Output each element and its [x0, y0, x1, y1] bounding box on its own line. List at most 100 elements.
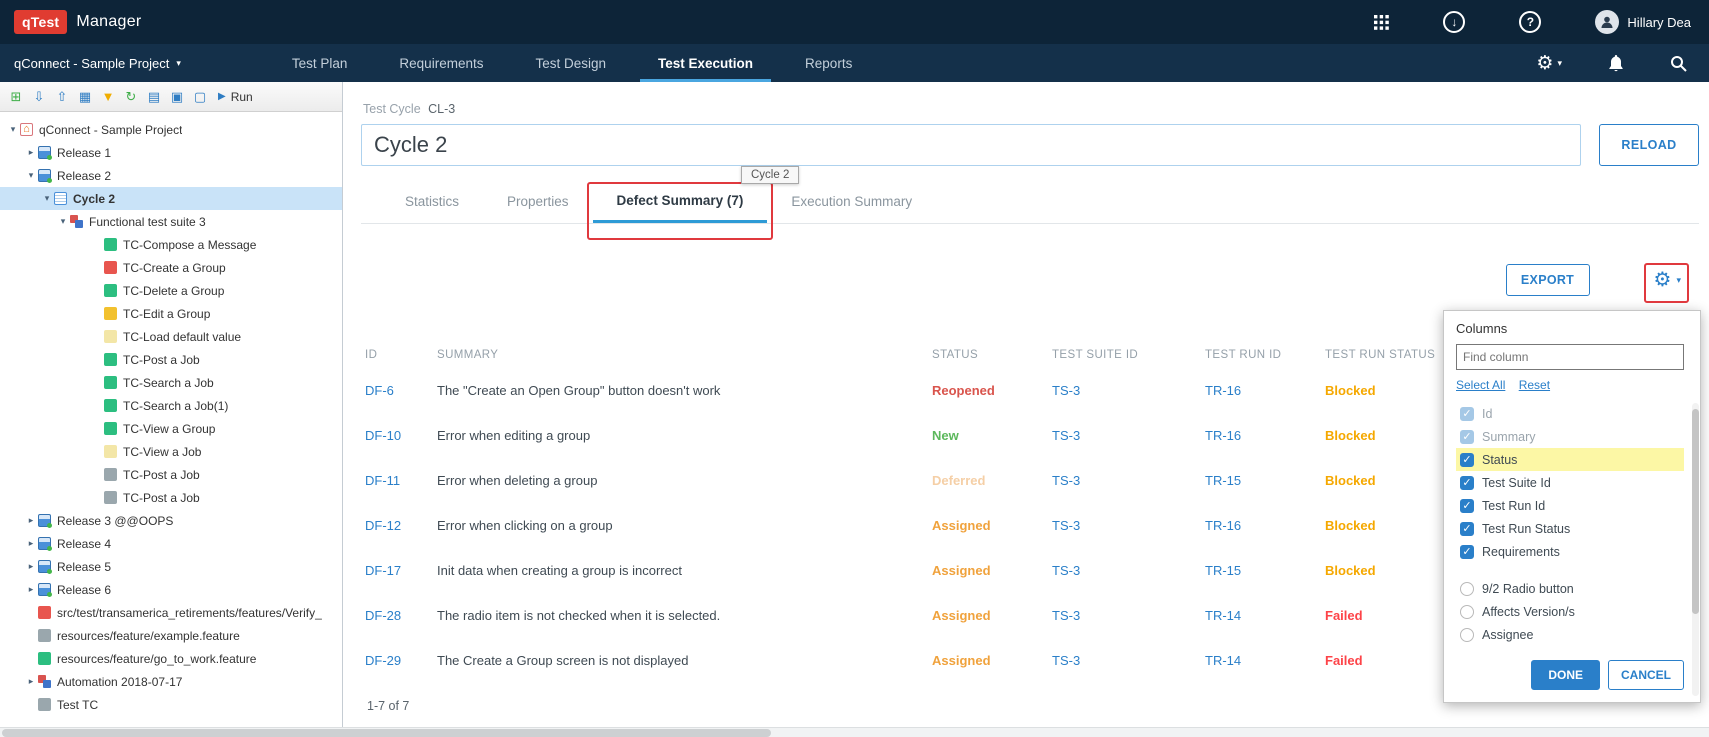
panel-scrollbar-thumb[interactable] [1692, 409, 1699, 614]
defect-id-link[interactable]: DF-6 [365, 383, 437, 398]
expander-icon[interactable]: ▸ [24, 584, 38, 595]
test-run-link[interactable]: TR-16 [1205, 428, 1325, 443]
settings-gear-icon[interactable]: ⚙ ▾ [1536, 54, 1562, 73]
defect-id-link[interactable]: DF-11 [365, 473, 437, 488]
test-run-link[interactable]: TR-16 [1205, 518, 1325, 533]
tree-item[interactable]: TC-Compose a Message [0, 233, 342, 256]
expander-icon[interactable]: ▾ [56, 216, 70, 227]
nav-item[interactable]: Test Design [509, 44, 632, 82]
export-button[interactable]: EXPORT [1506, 264, 1590, 296]
reload-button[interactable]: RELOAD [1599, 124, 1699, 166]
column-option[interactable]: Affects Version/s [1456, 600, 1684, 623]
checkbox[interactable] [1460, 605, 1474, 619]
test-suite-link[interactable]: TS-3 [1052, 473, 1205, 488]
user-menu[interactable]: Hillary Dea [1595, 10, 1691, 34]
defect-id-link[interactable]: DF-10 [365, 428, 437, 443]
defect-id-link[interactable]: DF-17 [365, 563, 437, 578]
checkbox[interactable] [1460, 476, 1474, 490]
column-header[interactable]: TEST RUN ID [1205, 349, 1325, 361]
checkbox[interactable] [1460, 453, 1474, 467]
done-button[interactable]: DONE [1531, 660, 1600, 690]
reset-link[interactable]: Reset [1519, 378, 1550, 392]
filter-icon[interactable]: ▼ [98, 87, 118, 107]
column-option[interactable]: Test Run Id [1456, 494, 1684, 517]
tree-item[interactable]: TC-View a Group [0, 417, 342, 440]
project-selector[interactable]: qConnect - Sample Project ▾ [14, 56, 181, 71]
add-test-suite-icon[interactable]: ⊞ [6, 87, 26, 107]
test-run-link[interactable]: TR-15 [1205, 563, 1325, 578]
tree-item[interactable]: resources/feature/example.feature [0, 624, 342, 647]
tree-item[interactable]: ▾ qConnect - Sample Project [0, 118, 342, 141]
move-up-icon[interactable]: ⇧ [52, 87, 72, 107]
tree-item[interactable]: ▾ Functional test suite 3 [0, 210, 342, 233]
nav-item[interactable]: Reports [779, 44, 878, 82]
find-column-input[interactable] [1456, 344, 1684, 370]
notifications-bell-icon[interactable] [1608, 54, 1624, 72]
tree-item[interactable]: TC-Search a Job [0, 371, 342, 394]
tree-item[interactable]: ▸ Release 4 [0, 532, 342, 555]
test-suite-link[interactable]: TS-3 [1052, 428, 1205, 443]
column-option[interactable]: Test Run Status [1456, 517, 1684, 540]
cancel-button[interactable]: CANCEL [1608, 660, 1684, 690]
nav-item[interactable]: Test Execution [632, 44, 779, 82]
tree-item[interactable]: src/test/transamerica_retirements/featur… [0, 601, 342, 624]
expander-icon[interactable]: ▸ [24, 538, 38, 549]
tree-item[interactable]: Test TC [0, 693, 342, 716]
search-icon[interactable] [1670, 55, 1687, 72]
column-header[interactable]: STATUS [932, 349, 1052, 361]
column-option[interactable]: Status [1456, 448, 1684, 471]
checkbox[interactable] [1460, 582, 1474, 596]
tree-item[interactable]: TC-Load default value [0, 325, 342, 348]
expander-icon[interactable]: ▸ [24, 147, 38, 158]
help-icon[interactable]: ? [1519, 11, 1541, 33]
checkbox[interactable] [1460, 499, 1474, 513]
tree-item[interactable]: ▾ Release 2 [0, 164, 342, 187]
tab[interactable]: Properties [483, 180, 593, 223]
column-option[interactable]: Assignee [1456, 623, 1684, 646]
tree-item[interactable]: TC-View a Job [0, 440, 342, 463]
column-option[interactable]: Id [1456, 402, 1684, 425]
tree-hierarchy-icon[interactable]: ▦ [75, 87, 95, 107]
test-suite-link[interactable]: TS-3 [1052, 383, 1205, 398]
tree-item[interactable]: TC-Delete a Group [0, 279, 342, 302]
test-run-link[interactable]: TR-14 [1205, 653, 1325, 668]
expander-icon[interactable]: ▾ [6, 124, 20, 135]
tree-item[interactable]: TC-Post a Job [0, 486, 342, 509]
checkbox[interactable] [1460, 407, 1474, 421]
tab[interactable]: Statistics [381, 180, 483, 223]
expander-icon[interactable]: ▾ [24, 170, 38, 181]
refresh-icon[interactable]: ↻ [121, 87, 141, 107]
column-header[interactable]: SUMMARY [437, 349, 932, 361]
defect-id-link[interactable]: DF-28 [365, 608, 437, 623]
column-option[interactable]: Requirements [1456, 540, 1684, 563]
tree-item[interactable]: ▸ Release 5 [0, 555, 342, 578]
horizontal-scrollbar-thumb[interactable] [2, 729, 771, 737]
tree-item[interactable]: resources/feature/go_to_work.feature [0, 647, 342, 670]
apps-grid-icon[interactable] [1374, 15, 1389, 30]
tree-item[interactable]: ▸ Release 6 [0, 578, 342, 601]
defect-id-link[interactable]: DF-29 [365, 653, 437, 668]
nav-item[interactable]: Requirements [373, 44, 509, 82]
select-all-link[interactable]: Select All [1456, 378, 1505, 392]
column-option[interactable]: Test Suite Id [1456, 471, 1684, 494]
tree-item[interactable]: ▸ Automation 2018-07-17 [0, 670, 342, 693]
cycle-title-input[interactable] [361, 124, 1581, 166]
columns-gear-button[interactable]: ⚙ ▾ [1654, 270, 1681, 290]
checkbox[interactable] [1460, 430, 1474, 444]
download-icon[interactable]: ↓ [1443, 11, 1465, 33]
expander-icon[interactable]: ▸ [24, 515, 38, 526]
tree-item[interactable]: ▸ Release 1 [0, 141, 342, 164]
checkbox[interactable] [1460, 628, 1474, 642]
tree-item[interactable]: TC-Create a Group [0, 256, 342, 279]
tree-item[interactable]: TC-Post a Job [0, 463, 342, 486]
tree-item[interactable]: ▾ Cycle 2 [0, 187, 342, 210]
column-option[interactable]: Summary [1456, 425, 1684, 448]
column-option[interactable]: 9/2 Radio button [1456, 577, 1684, 600]
run-button[interactable]: ▶ Run [210, 88, 261, 106]
test-suite-link[interactable]: TS-3 [1052, 563, 1205, 578]
checkbox[interactable] [1460, 522, 1474, 536]
test-run-link[interactable]: TR-16 [1205, 383, 1325, 398]
nav-item[interactable]: Test Plan [266, 44, 374, 82]
tree-item[interactable]: ▸ Release 3 @@OOPS [0, 509, 342, 532]
checkbox[interactable] [1460, 545, 1474, 559]
